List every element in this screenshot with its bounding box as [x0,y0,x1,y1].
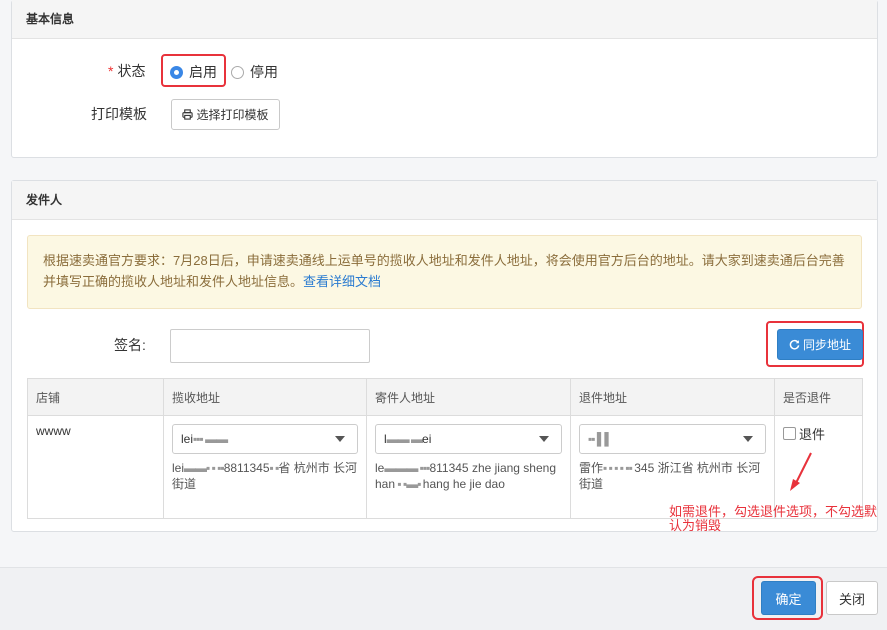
notice-doc-link[interactable]: 查看详细文档 [303,274,381,289]
return-address-text: 雷作▪ ▪ ▪ ▪ ▪▪ 345 浙江省 杭州市 长河街道 [579,461,761,491]
print-template-label: 打印模板 [91,106,147,122]
basic-info-panel: 基本信息 * 状态 启用 停用 打印模板 选择打印模板 [11,0,878,158]
signature-label: 签名: [114,337,146,353]
return-checkbox-label: 退件 [799,427,826,442]
printer-icon [182,109,194,120]
pickup-address-select[interactable]: lei▪▪▪ ▬▬ [172,424,358,454]
sender-header: 发件人 [12,181,877,220]
chevron-down-icon [539,436,549,442]
required-star: * [108,63,114,79]
radio-disable[interactable]: 停用 [231,62,278,82]
col-sender-address: 寄件人地址 [366,378,571,416]
sender-panel: 发件人 根据速卖通官方要求：7月28日后，申请速卖通线上运单号的揽收人地址和发件… [11,180,878,532]
store-cell: wwww [27,415,164,519]
select-print-template-label: 选择打印模板 [196,108,269,122]
checkbox-icon[interactable] [783,427,796,440]
close-button[interactable]: 关闭 [826,581,878,615]
basic-info-header: 基本信息 [12,0,877,39]
status-label: * 状态 [108,63,146,79]
sender-table: 店铺 揽收地址 寄件人地址 退件地址 是否退件 wwww lei▪▪▪ ▬▬ l… [27,378,863,519]
notice-text: 根据速卖通官方要求：7月28日后，申请速卖通线上运单号的揽收人地址和发件人地址，… [43,253,845,289]
col-return-address: 退件地址 [570,378,775,416]
col-pickup-address: 揽收地址 [163,378,367,416]
col-store: 店铺 [27,378,164,416]
sender-address-text: le▬▬▬ ▪▪▪811345 zhe jiang sheng han ▪ ▪▬… [375,461,557,491]
table-header-row: 店铺 揽收地址 寄件人地址 退件地址 是否退件 [27,378,863,416]
sync-address-button[interactable]: 同步地址 [777,329,863,360]
radio-enable[interactable]: 启用 [170,62,217,82]
dialog: 基本信息 * 状态 启用 停用 打印模板 选择打印模板 发件人 根据速卖通官方要求… [0,0,887,630]
col-is-return: 是否退件 [774,378,863,416]
signature-input[interactable] [170,329,370,363]
sender-address-select[interactable]: l▬▬ ▬ei [375,424,562,454]
radio-checked-icon[interactable] [170,65,183,79]
radio-enable-label: 启用 [189,64,217,80]
refresh-icon [789,339,800,350]
pickup-address-text: lei▬▬▪ ▪ ▪▪8811345▪ ▪省 杭州市 长河街道 [172,461,358,491]
return-address-select[interactable]: ▪▪ ▌▌ [579,424,766,454]
select-print-template-button[interactable]: 选择打印模板 [171,99,280,130]
notice-alert: 根据速卖通官方要求：7月28日后，申请速卖通线上运单号的揽收人地址和发件人地址，… [27,235,862,309]
radio-unchecked-icon[interactable] [231,65,244,79]
chevron-down-icon [743,436,753,442]
return-annotation-text: 如需退件，勾选退件选项，不勾选默认为销毁 [669,504,878,533]
annotation-arrow-icon [790,452,812,491]
sender-address-cell: l▬▬ ▬ei le▬▬▬ ▪▪▪811345 zhe jiang sheng … [366,415,571,519]
confirm-button[interactable]: 确定 [761,581,816,615]
pickup-address-cell: lei▪▪▪ ▬▬ lei▬▬▪ ▪ ▪▪8811345▪ ▪省 杭州市 长河街… [163,415,367,519]
chevron-down-icon [335,436,345,442]
return-checkbox[interactable]: 退件 [783,427,825,442]
sync-address-label: 同步地址 [802,338,851,352]
radio-disable-label: 停用 [250,64,278,80]
